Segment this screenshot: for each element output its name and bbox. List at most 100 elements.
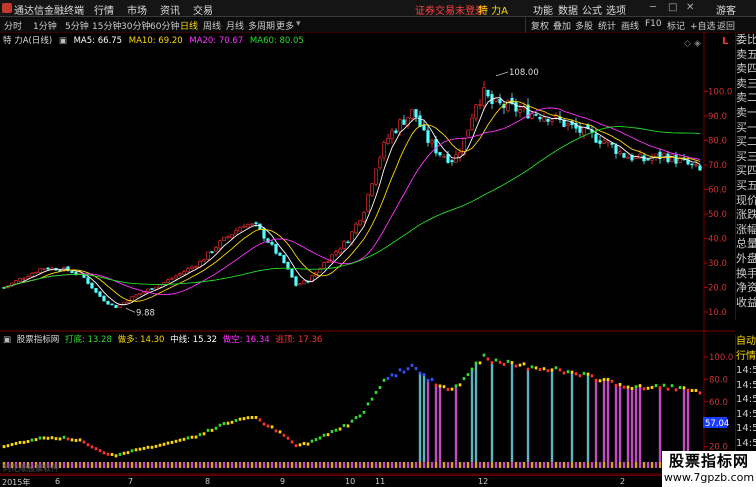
indicator-base-bar: [182, 462, 186, 468]
side-panel-item-2: 卖四: [736, 62, 756, 76]
candle-body: [154, 286, 158, 290]
indicator-dot: [170, 440, 174, 444]
candle-body: [438, 152, 442, 156]
indicator-base-bar: [274, 462, 278, 468]
indicator-base-bar: [654, 462, 658, 468]
indicator-base-bar: [70, 462, 74, 468]
indicator-base-bar: [622, 462, 626, 468]
candle-body: [126, 300, 130, 303]
candle-body: [74, 272, 78, 275]
indicator-base-bar: [62, 462, 66, 468]
candle-body: [22, 277, 26, 280]
candle-body: [202, 259, 206, 262]
candle-body: [94, 287, 98, 293]
indicator-base-bar: [438, 462, 442, 468]
indicator-base-bar: [574, 462, 578, 468]
indicator-dot: [650, 385, 654, 389]
indicator-base-bar: [254, 462, 258, 468]
candle-body: [26, 276, 30, 279]
indicator-dot: [350, 419, 354, 423]
indicator-column: [434, 385, 438, 462]
candle-body: [282, 254, 286, 264]
indicator-base-bar: [186, 462, 190, 468]
candle-body: [254, 222, 258, 224]
low-price-label: 9.88: [136, 308, 155, 318]
indicator-base-bar: [258, 462, 262, 468]
indicator-dot: [342, 424, 346, 428]
candle-body: [354, 223, 358, 234]
candle-body: [474, 104, 478, 119]
side-panel-item-1: 卖五: [736, 47, 756, 61]
kline-chart[interactable]: 100.0 90.0 80.0 70.0 60.0 50.0 40.0 30.0 20.0 10.…: [0, 0, 756, 487]
indicator-base-bar: [338, 462, 342, 468]
candle-body: [646, 158, 650, 161]
indicator-dot: [210, 428, 214, 432]
high-marker: [495, 71, 509, 77]
indicator-dot: [302, 442, 306, 446]
side-panel-item-4: 卖二: [736, 91, 756, 105]
indicator-base-bar: [598, 462, 602, 468]
indicator-dot: [286, 436, 290, 440]
indicator-base-bar: [74, 462, 78, 468]
indicator-base-bar: [198, 462, 202, 468]
indicator-collapse-icon[interactable]: ▣: [3, 335, 11, 345]
indicator-base-bar: [550, 462, 554, 468]
tick-panel-item-7: 14:50: [736, 437, 756, 449]
indicator-dot: [38, 436, 42, 440]
indicator-dot: [470, 367, 474, 371]
indicator-dot: [158, 443, 162, 447]
indicator-dot: [690, 389, 694, 393]
candle-body: [542, 116, 546, 122]
candle-body: [442, 156, 446, 158]
price-axis-label: 50.0: [708, 210, 727, 220]
indicator-dot: [30, 438, 34, 442]
indicator-dot: [674, 388, 678, 392]
candle-body: [14, 280, 18, 284]
indicator-dot: [598, 379, 602, 383]
indicator-base-bar: [530, 462, 534, 468]
indicator-dot: [662, 383, 666, 387]
indicator-dot: [242, 417, 246, 421]
indicator-dot: [198, 433, 202, 437]
collapse-icon[interactable]: ▣: [59, 36, 67, 46]
side-panel-item-0: 委比: [736, 33, 756, 46]
candle-body: [42, 268, 46, 270]
indicator-dot: [410, 363, 414, 367]
indicator-dot: [362, 410, 366, 414]
indicator-base-bar: [362, 462, 366, 468]
indicator-base-bar: [430, 462, 434, 468]
candle-body: [378, 157, 382, 168]
indicator-dot: [42, 436, 46, 440]
indicator-dot: [322, 433, 326, 437]
indicator-base-bar: [494, 462, 498, 468]
ma-legend: 特 力A(日线) ▣ MA5: 66.75 MA10: 69.20 MA20: …: [0, 34, 308, 46]
indicator-base-bar: [202, 462, 206, 468]
candle-body: [614, 145, 618, 154]
candle-body: [178, 273, 182, 276]
indicator-base-bar: [410, 462, 414, 468]
candle-body: [466, 129, 470, 137]
side-panel-item-8: 买三: [736, 149, 756, 163]
indicator-base-bar: [174, 462, 178, 468]
indicator-base-bar: [466, 462, 470, 468]
indicator-dot: [622, 385, 626, 389]
indicator-dot: [490, 361, 494, 365]
candle-body: [486, 89, 490, 97]
tick-panel-item-4: 14:50: [736, 394, 756, 405]
indicator-dot: [486, 357, 490, 361]
indicator-dot: [686, 388, 690, 392]
indicator-dot: [206, 428, 210, 432]
indicator-column: [634, 386, 638, 462]
candle-body: [78, 272, 82, 275]
indicator-dot: [182, 437, 186, 441]
candle-body: [166, 279, 170, 283]
indicator-base-bar: [138, 462, 142, 468]
candle-body: [690, 163, 694, 166]
indicator-column: [490, 362, 494, 462]
indicator-dot: [502, 362, 506, 366]
indicator-dot: [246, 416, 250, 420]
indicator-column: [426, 380, 430, 462]
date-month-12: 12: [478, 477, 489, 486]
indicator-base-bar: [658, 462, 662, 468]
indicator-dot: [66, 437, 70, 441]
